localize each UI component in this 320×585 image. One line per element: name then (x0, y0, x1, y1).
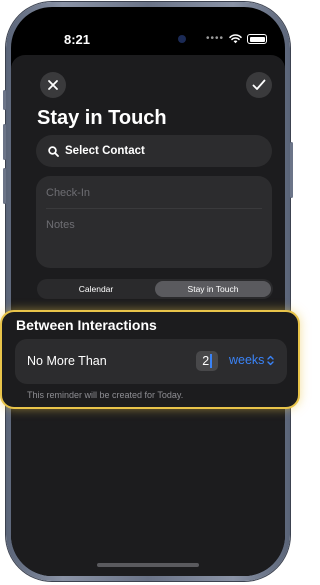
page-title: Stay in Touch (37, 107, 167, 129)
phone-frame: 8:21 •••• Stay in Touch Select Contact C… (3, 2, 293, 581)
interval-row: No More Than 2 weeks (15, 339, 287, 384)
power-button (290, 142, 293, 198)
segment-calendar[interactable]: Calendar (39, 281, 153, 297)
segment-stay-in-touch[interactable]: Stay in Touch (155, 281, 271, 297)
status-time: 8:21 (64, 32, 91, 47)
island-camera-icon (178, 35, 186, 43)
interval-value-input[interactable]: 2 (196, 351, 218, 371)
interval-unit: weeks (229, 353, 265, 367)
notes-field[interactable]: Notes (46, 219, 75, 231)
close-icon (48, 80, 58, 90)
wifi-icon (229, 34, 242, 44)
chevron-up-down-icon (267, 355, 275, 365)
action-button (3, 90, 6, 110)
interval-label: No More Than (27, 354, 107, 368)
section-title: Between Interactions (16, 317, 157, 333)
details-card: Check-In Notes (36, 176, 272, 268)
search-icon (48, 145, 59, 157)
between-interactions-section: Between Interactions No More Than 2 week… (0, 310, 300, 409)
home-indicator (97, 563, 199, 567)
field-divider (46, 208, 262, 209)
text-cursor (210, 354, 212, 368)
status-bar: 8:21 •••• (11, 7, 285, 55)
status-icons: •••• (206, 33, 268, 44)
screen: 8:21 •••• Stay in Touch Select Contact C… (11, 7, 285, 576)
select-contact-button[interactable]: Select Contact (36, 135, 272, 167)
interval-value: 2 (202, 354, 210, 368)
volume-down-button (3, 168, 6, 204)
reminder-footnote: This reminder will be created for Today. (27, 390, 184, 400)
interval-unit-picker[interactable]: weeks (229, 353, 275, 367)
mode-segmented-control: Calendar Stay in Touch (37, 279, 273, 299)
dynamic-island (115, 27, 193, 51)
select-contact-label: Select Contact (65, 145, 145, 157)
close-button[interactable] (40, 72, 66, 98)
signal-dots-icon: •••• (206, 33, 225, 44)
checkmark-icon (252, 79, 266, 90)
volume-up-button (3, 124, 6, 160)
checkin-field[interactable]: Check-In (46, 187, 90, 199)
confirm-button[interactable] (246, 72, 272, 98)
battery-icon (247, 34, 268, 44)
